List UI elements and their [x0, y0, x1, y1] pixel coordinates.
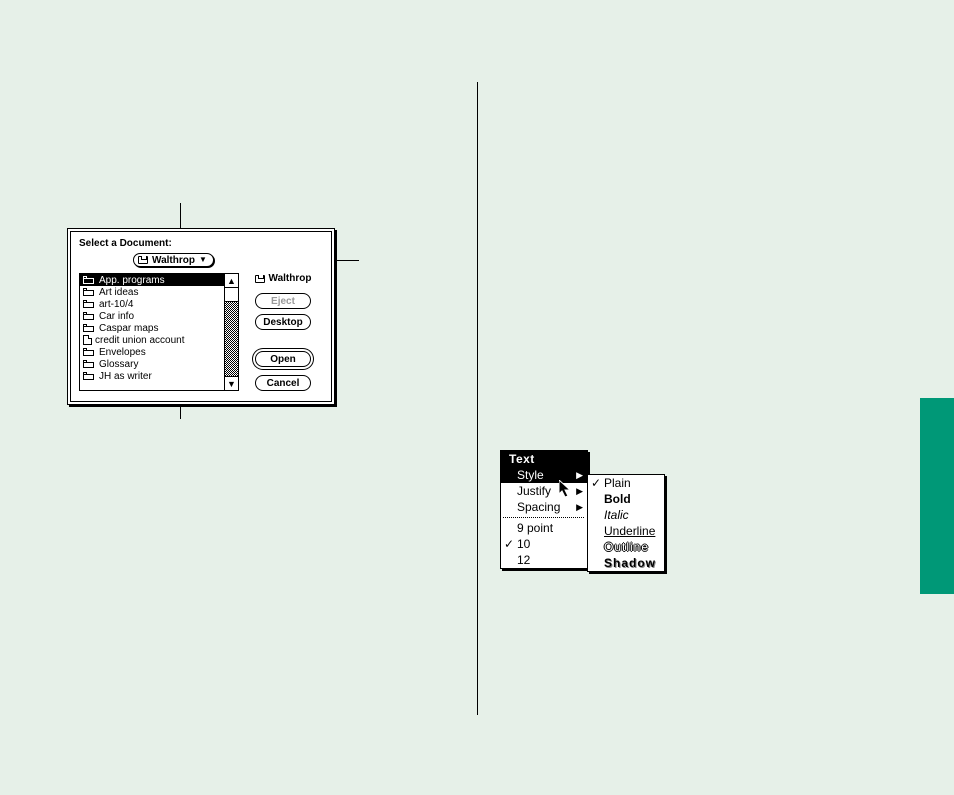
size-item[interactable]: 9 point [501, 520, 587, 536]
style-item-label: Underline [604, 524, 655, 538]
folder-icon [83, 288, 95, 297]
folder-popup[interactable]: Walthrop ▼ [133, 253, 214, 267]
menu-item-spacing[interactable]: Spacing ▶ [501, 499, 587, 515]
style-item-label: Plain [604, 476, 631, 490]
file-row-label: Envelopes [99, 347, 146, 358]
style-item-italic[interactable]: Italic [588, 507, 664, 523]
menu-item-justify[interactable]: Justify ▶ [501, 483, 587, 499]
submenu-arrow-icon: ▶ [576, 470, 583, 481]
size-item[interactable]: 10 [501, 536, 587, 552]
file-row-label: credit union account [95, 335, 185, 346]
size-item-label: 9 point [517, 521, 553, 535]
file-row-label: art-10/4 [99, 299, 133, 310]
folder-icon [83, 312, 95, 321]
side-thumb-tab [920, 398, 954, 594]
dialog-title: Select a Document: [79, 238, 323, 249]
submenu-arrow-icon: ▶ [576, 502, 583, 513]
folder-icon [83, 324, 95, 333]
menu-item-label: Style [517, 468, 544, 482]
submenu-arrow-icon: ▶ [576, 486, 583, 497]
scroll-track[interactable] [225, 288, 238, 376]
style-item-label: Outline [604, 540, 649, 554]
menu-item-label: Spacing [517, 500, 560, 514]
folder-icon [83, 360, 95, 369]
file-row-label: Glossary [99, 359, 138, 370]
folder-icon [83, 348, 95, 357]
style-item-label: Italic [604, 508, 629, 522]
file-list: App. programsArt ideasart-10/4Car infoCa… [79, 273, 239, 391]
text-menu-title: Text [501, 451, 587, 467]
cancel-button[interactable]: Cancel [255, 375, 311, 391]
file-row[interactable]: Glossary [80, 358, 224, 370]
disk-icon [255, 275, 265, 283]
folder-icon [83, 372, 95, 381]
file-row-label: Art ideas [99, 287, 138, 298]
style-submenu: Plain Bold Italic Underline Outline Shadow [587, 474, 665, 572]
file-row[interactable]: art-10/4 [80, 298, 224, 310]
file-row-label: JH as writer [99, 371, 152, 382]
style-item-shadow[interactable]: Shadow [588, 555, 664, 571]
open-button[interactable]: Open [255, 351, 311, 367]
scroll-down-arrow-icon[interactable]: ▼ [225, 376, 238, 390]
document-icon [83, 335, 92, 345]
page-column-divider [477, 82, 478, 715]
style-item-label: Shadow [604, 556, 656, 570]
file-row[interactable]: App. programs [80, 274, 224, 286]
file-row-label: App. programs [99, 275, 165, 286]
file-row[interactable]: Envelopes [80, 346, 224, 358]
file-list-scrollbar[interactable]: ▲ ▼ [224, 274, 238, 390]
size-item-label: 12 [517, 553, 530, 567]
menu-separator [503, 517, 585, 518]
disk-icon [138, 256, 148, 264]
size-item[interactable]: 12 [501, 552, 587, 568]
style-item-outline[interactable]: Outline [588, 539, 664, 555]
file-row-label: Caspar maps [99, 323, 158, 334]
file-row[interactable]: JH as writer [80, 370, 224, 382]
menu-item-style[interactable]: Style ▶ [501, 467, 587, 483]
folder-icon [83, 300, 95, 309]
scroll-up-arrow-icon[interactable]: ▲ [225, 274, 238, 288]
desktop-button[interactable]: Desktop [255, 314, 311, 330]
menu-item-label: Justify [517, 484, 551, 498]
popup-arrow-icon: ▼ [199, 256, 207, 264]
size-item-label: 10 [517, 537, 530, 551]
text-menu: Text Style ▶ Justify ▶ Spacing ▶ 9 point 10 12 [500, 450, 588, 569]
open-file-dialog: Select a Document: Walthrop ▼ App. progr… [67, 228, 335, 405]
file-row[interactable]: Car info [80, 310, 224, 322]
disk-label: Walthrop [255, 273, 312, 284]
style-item-underline[interactable]: Underline [588, 523, 664, 539]
style-item-label: Bold [604, 492, 631, 506]
file-row[interactable]: Caspar maps [80, 322, 224, 334]
file-row[interactable]: Art ideas [80, 286, 224, 298]
folder-popup-label: Walthrop [152, 255, 195, 266]
style-item-bold[interactable]: Bold [588, 491, 664, 507]
folder-icon [83, 276, 95, 285]
text-menu-group: Text Style▶Justify▶Spacing▶ 9 point1012 … [500, 450, 588, 569]
style-item-plain[interactable]: Plain [588, 475, 664, 491]
file-row-label: Car info [99, 311, 134, 322]
eject-button[interactable]: Eject [255, 293, 311, 309]
scroll-thumb[interactable] [225, 288, 238, 302]
file-row[interactable]: credit union account [80, 334, 224, 346]
